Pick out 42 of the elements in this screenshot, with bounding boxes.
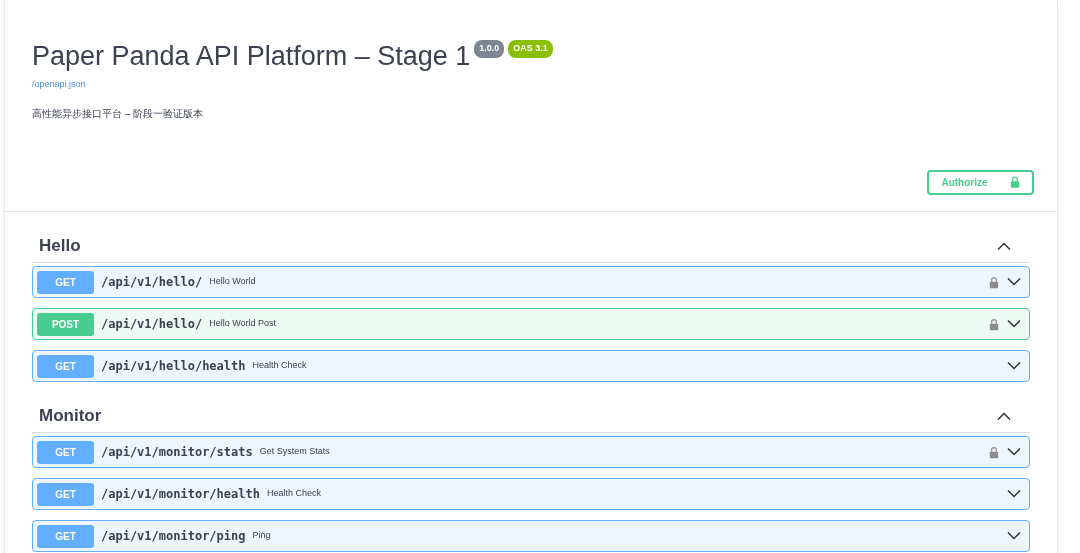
operation-row[interactable]: GET /api/v1/hello/ Hello World: [32, 266, 1030, 298]
version-badge: 1.0.0: [474, 40, 505, 58]
expand-icon[interactable]: [1007, 490, 1021, 498]
method-badge: GET: [37, 354, 94, 378]
method-badge: GET: [37, 524, 94, 548]
lock-icon[interactable]: [989, 275, 999, 289]
operation-row[interactable]: POST /api/v1/hello/ Hello World Post: [32, 308, 1030, 340]
api-description: 高性能异步接口平台 – 阶段一验证版本: [32, 106, 205, 121]
expand-icon[interactable]: [1007, 278, 1021, 286]
method-badge: GET: [37, 482, 94, 506]
endpoint-summary: Hello World Post: [209, 317, 276, 331]
expand-icon[interactable]: [1007, 320, 1021, 328]
section-header[interactable]: Monitor: [32, 399, 1030, 433]
section-header[interactable]: Hello: [32, 229, 1030, 263]
endpoint-path: /api/v1/hello/health: [101, 358, 246, 375]
method-badge: GET: [37, 270, 94, 294]
method-badge: GET: [37, 440, 94, 464]
lock-icon[interactable]: [989, 317, 999, 331]
page-title: Paper Panda API Platform – Stage 1: [32, 40, 471, 73]
endpoint-summary: Hello World: [209, 275, 256, 289]
endpoint-path: /api/v1/monitor/health: [101, 486, 260, 503]
endpoint-summary: Health Check: [252, 359, 307, 373]
collapse-icon[interactable]: [997, 411, 1011, 420]
operation-row[interactable]: GET /api/v1/hello/health Health Check: [32, 350, 1030, 382]
expand-icon[interactable]: [1007, 532, 1021, 540]
endpoint-path: /api/v1/hello/: [101, 316, 203, 333]
operation-row[interactable]: GET /api/v1/monitor/health Health Check: [32, 478, 1030, 510]
collapse-icon[interactable]: [997, 241, 1011, 250]
endpoint-path: /api/v1/hello/: [101, 274, 203, 291]
oas-badge: OAS 3.1: [508, 40, 553, 58]
operation-row[interactable]: GET /api/v1/monitor/stats Get System Stats: [32, 436, 1030, 468]
spec-link[interactable]: /openapi.json: [32, 78, 86, 92]
endpoint-path: /api/v1/monitor/ping: [101, 528, 246, 545]
expand-icon[interactable]: [1007, 362, 1021, 370]
endpoint-path: /api/v1/monitor/stats: [101, 444, 253, 461]
endpoint-summary: Get System Stats: [259, 445, 330, 459]
method-badge: POST: [37, 312, 94, 336]
endpoint-summary: Health Check: [266, 487, 321, 501]
operation-row[interactable]: GET /api/v1/monitor/ping Ping: [32, 520, 1030, 552]
endpoint-summary: Ping: [252, 529, 271, 543]
expand-icon[interactable]: [1007, 448, 1021, 456]
lock-icon[interactable]: [989, 445, 999, 459]
